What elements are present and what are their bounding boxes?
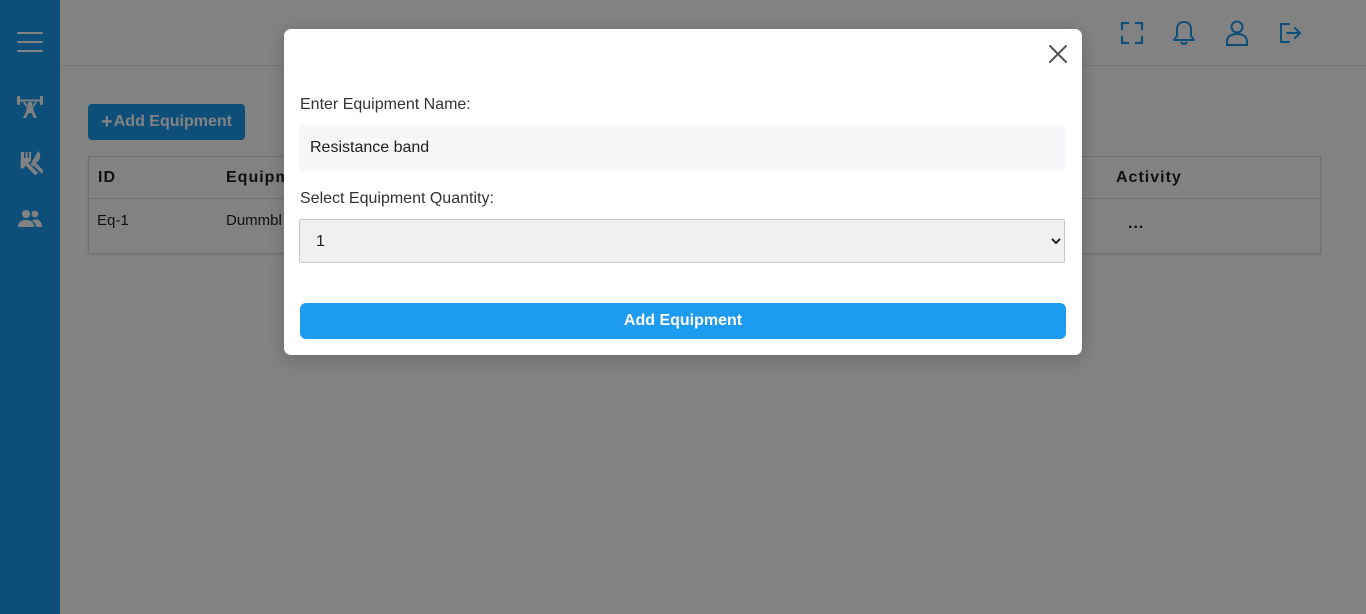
equipment-name-input[interactable] xyxy=(299,125,1065,171)
submit-add-equipment-button[interactable]: Add Equipment xyxy=(300,303,1066,339)
equipment-quantity-select[interactable]: 1 xyxy=(299,219,1065,263)
add-equipment-modal: Enter Equipment Name: Select Equipment Q… xyxy=(284,29,1082,355)
equipment-name-label: Enter Equipment Name: xyxy=(300,96,471,113)
close-icon[interactable] xyxy=(1046,42,1070,66)
equipment-quantity-label: Select Equipment Quantity: xyxy=(300,190,494,207)
